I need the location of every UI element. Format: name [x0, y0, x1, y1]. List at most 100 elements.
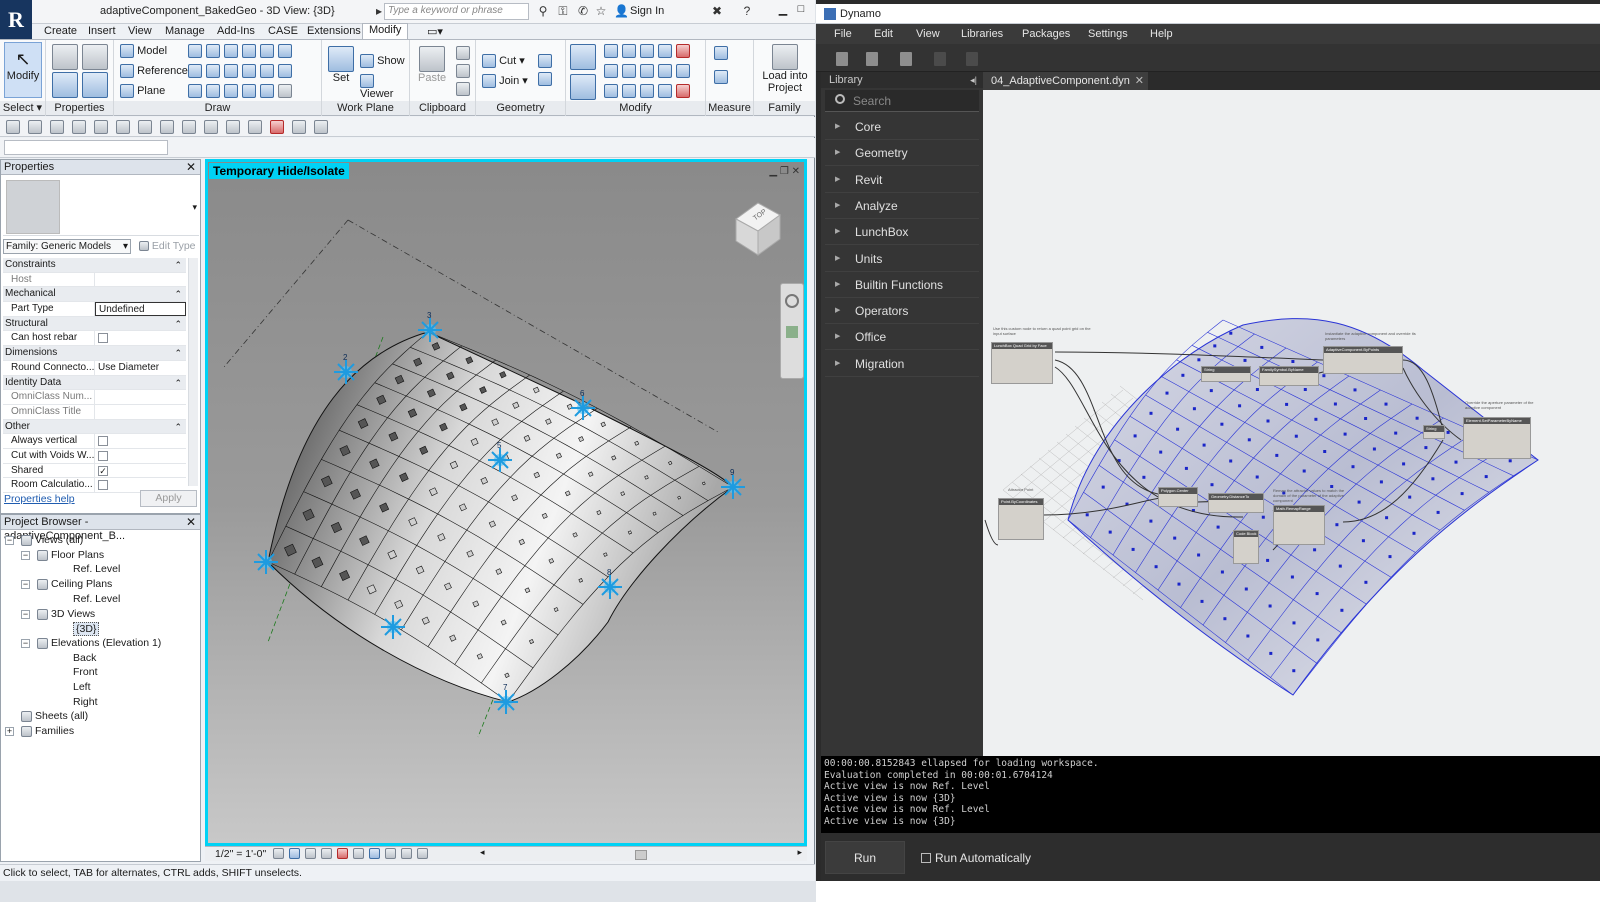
- thin-lines-icon[interactable]: [248, 120, 262, 134]
- property-category[interactable]: Dimensions ⌃: [3, 346, 186, 361]
- browser-item[interactable]: Right: [73, 696, 98, 708]
- dynamo-note[interactable]: Attractor Point: [1008, 487, 1048, 492]
- crop-view-icon[interactable]: [337, 848, 348, 859]
- switch-windows-icon[interactable]: [292, 120, 306, 134]
- arc-start-end-icon[interactable]: [188, 64, 202, 78]
- array-icon[interactable]: [640, 64, 654, 78]
- redo-icon[interactable]: [94, 120, 108, 134]
- library-category[interactable]: ▶ Migration: [825, 352, 979, 377]
- dynamo-node[interactable]: Math.RemapRange: [1273, 505, 1325, 545]
- reference-plane-button[interactable]: Plane: [120, 84, 165, 98]
- redo-icon[interactable]: [966, 52, 978, 66]
- menu-libraries[interactable]: Libraries: [961, 28, 1003, 40]
- dynamo-canvas[interactable]: LunchBox Quad Grid by Face String FamilySy…: [983, 90, 1600, 756]
- close-tab-icon[interactable]: ✕: [1135, 72, 1144, 90]
- tab-modify[interactable]: Modify: [362, 23, 409, 39]
- save-icon[interactable]: [28, 120, 42, 134]
- family-types-icon[interactable]: [52, 44, 78, 70]
- arc-center-icon[interactable]: [206, 64, 220, 78]
- visual-style-icon[interactable]: [289, 848, 300, 859]
- library-category[interactable]: ▶ Office: [825, 325, 979, 351]
- favorites-star-icon[interactable]: ☆: [594, 4, 608, 18]
- browser-item[interactable]: Views (all): [35, 534, 83, 546]
- library-category[interactable]: ▶ Geometry: [825, 141, 979, 167]
- 3d-viewport[interactable]: 2 3 6 5 9 8 7 Temporary Hide/Isolate ▁ ❐ ✕ TOP: [205, 159, 807, 846]
- collapse-icon[interactable]: ⌃: [174, 317, 186, 331]
- property-category[interactable]: Structural ⌃: [3, 316, 186, 332]
- match-type-icon[interactable]: [456, 82, 470, 96]
- property-checkbox[interactable]: [95, 331, 186, 345]
- fillet-arc-icon[interactable]: [242, 64, 256, 78]
- browser-item[interactable]: Ref. Level: [73, 563, 120, 575]
- user-icon[interactable]: 👤: [614, 4, 629, 18]
- tab-case[interactable]: CASE: [268, 25, 298, 37]
- rectangle-icon[interactable]: [206, 44, 220, 58]
- property-row[interactable]: Shared ✓: [3, 463, 186, 479]
- menu-view[interactable]: View: [916, 28, 940, 40]
- shadows-icon[interactable]: [321, 848, 332, 859]
- unpin-icon[interactable]: [676, 44, 690, 58]
- new-file-icon[interactable]: [836, 52, 848, 66]
- paste-button[interactable]: Paste: [418, 46, 446, 84]
- property-category[interactable]: Constraints ⌃: [3, 258, 186, 273]
- library-category[interactable]: ▶ Core: [825, 115, 979, 140]
- save-icon[interactable]: [900, 52, 912, 66]
- property-row[interactable]: Can host rebar: [3, 331, 186, 347]
- close-icon[interactable]: ✕: [186, 515, 196, 529]
- property-row[interactable]: Cut with Voids W...: [3, 448, 186, 464]
- undo-icon[interactable]: [934, 52, 946, 66]
- dynamo-node[interactable]: LunchBox Quad Grid by Face: [991, 342, 1053, 384]
- pick-face-icon[interactable]: [260, 84, 274, 98]
- tag-icon[interactable]: [182, 120, 196, 134]
- split-icon[interactable]: [658, 44, 672, 58]
- minimize-button[interactable]: ▁: [776, 3, 790, 19]
- type-preview[interactable]: ▾: [3, 178, 199, 236]
- set-work-plane-button[interactable]: Set: [328, 46, 354, 84]
- split-face-icon[interactable]: [538, 54, 552, 68]
- property-row[interactable]: Always vertical: [3, 434, 186, 449]
- tab-insert[interactable]: Insert: [88, 25, 116, 37]
- inscribed-polygon-icon[interactable]: [260, 44, 274, 58]
- load-into-project-button[interactable]: Load into Project: [758, 44, 812, 94]
- hide-isolate-icon[interactable]: [385, 848, 396, 859]
- measure-icon[interactable]: [714, 46, 728, 60]
- menu-packages[interactable]: Packages: [1022, 28, 1070, 40]
- subscription-icon[interactable]: ⚿: [556, 4, 570, 18]
- property-value[interactable]: [95, 273, 186, 287]
- view-scale[interactable]: 1/2" = 1'-0": [215, 848, 266, 860]
- model-line-button[interactable]: Model: [120, 44, 167, 58]
- collapse-icon[interactable]: ⌃: [174, 258, 186, 272]
- point-element-icon[interactable]: [242, 84, 256, 98]
- browser-item[interactable]: Left: [73, 681, 91, 693]
- help-search-input[interactable]: Type a keyword or phrase: [384, 3, 529, 20]
- zoom-icon[interactable]: [786, 326, 798, 338]
- browser-item[interactable]: Front: [73, 666, 98, 678]
- copy-modify-icon[interactable]: [604, 64, 618, 78]
- maximize-button[interactable]: □: [794, 3, 808, 19]
- revit-application-menu-icon[interactable]: R: [0, 0, 32, 40]
- measure-qat-icon[interactable]: [138, 120, 152, 134]
- tab-create[interactable]: Create: [44, 25, 77, 37]
- help-icon[interactable]: ?: [740, 4, 754, 18]
- work-plane-viewer-button[interactable]: Viewer: [360, 74, 409, 100]
- property-row[interactable]: Host: [3, 272, 186, 288]
- menu-edit[interactable]: Edit: [874, 28, 893, 40]
- browser-item[interactable]: Sheets (all): [35, 710, 88, 722]
- collapse-icon[interactable]: −: [21, 550, 30, 560]
- property-value[interactable]: Use Diameter: [95, 361, 186, 375]
- trim-extend-icon[interactable]: [604, 84, 618, 98]
- polygon-icon[interactable]: [224, 44, 238, 58]
- scroll-right-icon[interactable]: ▸: [797, 847, 802, 858]
- split-gap-icon[interactable]: [622, 84, 636, 98]
- trim-icon[interactable]: [676, 64, 690, 78]
- browser-item[interactable]: Ref. Level: [73, 593, 120, 605]
- collapse-library-icon[interactable]: ◂|: [970, 72, 977, 88]
- collapse-icon[interactable]: −: [21, 609, 30, 619]
- show-crop-icon[interactable]: [353, 848, 364, 859]
- expand-icon[interactable]: +: [5, 727, 14, 737]
- default-3d-view-icon[interactable]: [204, 120, 218, 134]
- section-icon[interactable]: [226, 120, 240, 134]
- tab-options-icon[interactable]: ▭▾: [427, 25, 443, 38]
- library-category[interactable]: ▶ LunchBox: [825, 220, 979, 246]
- property-row[interactable]: Round Connecto... Use Diameter: [3, 360, 186, 376]
